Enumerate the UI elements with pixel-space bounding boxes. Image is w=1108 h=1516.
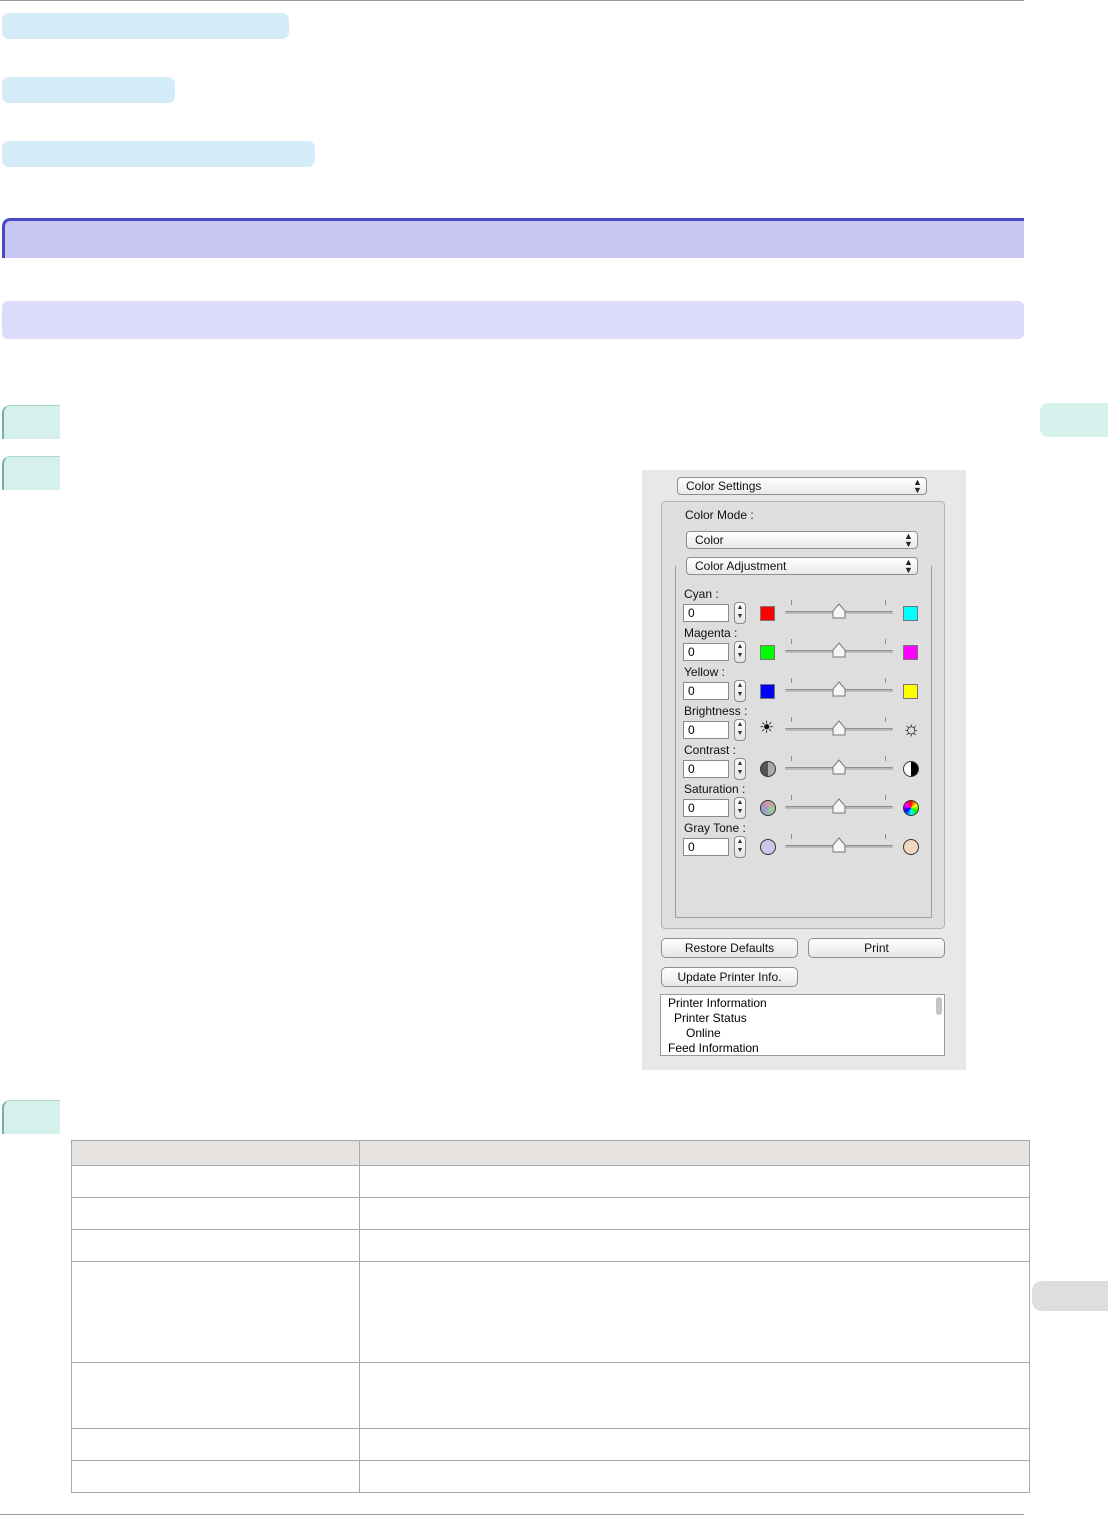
color-adjustment-popup[interactable]: Color Adjustment ▲ ▼ xyxy=(686,557,918,575)
adjustment-value-field[interactable]: 0 xyxy=(683,604,729,622)
chapter-side-tab[interactable] xyxy=(1040,403,1108,437)
update-printer-info-button[interactable]: Update Printer Info. xyxy=(661,967,798,987)
table-cell xyxy=(359,1165,1030,1198)
step-2-badge xyxy=(2,456,60,490)
info-line: Feed Information xyxy=(668,1041,759,1055)
adjustment-slider[interactable] xyxy=(785,834,893,856)
value-stepper[interactable]: ▲ ▼ xyxy=(734,836,746,858)
popup-arrows-icon: ▲ ▼ xyxy=(904,557,913,575)
restore-defaults-button[interactable]: Restore Defaults xyxy=(661,938,798,958)
subsection-heading-bar xyxy=(2,301,1024,339)
table-cell xyxy=(71,1362,360,1429)
table-header-cell xyxy=(71,1140,360,1166)
table-cell xyxy=(71,1229,360,1262)
high-saturation-icon xyxy=(903,800,919,816)
adjustment-label: Cyan : xyxy=(684,587,719,601)
adjustment-slider[interactable] xyxy=(785,639,893,661)
popup-arrows-icon: ▲ ▼ xyxy=(904,531,913,549)
table-cell xyxy=(71,1428,360,1461)
adjustment-label: Yellow : xyxy=(684,665,725,679)
table-row xyxy=(71,1165,1030,1198)
scrollbar-thumb[interactable] xyxy=(936,997,942,1015)
magenta-swatch-icon xyxy=(903,645,918,660)
value-stepper[interactable]: ▲ ▼ xyxy=(734,758,746,780)
value-stepper[interactable]: ▲ ▼ xyxy=(734,797,746,819)
table-cell xyxy=(71,1261,360,1363)
table-cell xyxy=(359,1229,1030,1262)
section-side-tab[interactable] xyxy=(1032,1281,1108,1311)
table-cell xyxy=(359,1197,1030,1230)
print-button[interactable]: Print xyxy=(808,938,945,958)
table-cell xyxy=(71,1197,360,1230)
low-contrast-icon xyxy=(760,761,776,777)
value-stepper[interactable]: ▲ ▼ xyxy=(734,680,746,702)
adjustment-slider[interactable] xyxy=(785,795,893,817)
color-adjustment-value: Color Adjustment xyxy=(695,559,787,573)
settings-popup-label: Color Settings xyxy=(686,479,762,493)
section-heading-bar xyxy=(2,218,1024,258)
adjustment-slider[interactable] xyxy=(785,717,893,739)
warm-gray-icon xyxy=(903,839,919,855)
table-header-cell xyxy=(359,1140,1030,1166)
high-contrast-icon xyxy=(903,761,919,777)
red-swatch-icon xyxy=(760,606,775,621)
info-line: Online xyxy=(686,1026,721,1040)
breadcrumb-link-1[interactable] xyxy=(2,13,289,39)
adjustment-slider[interactable] xyxy=(785,600,893,622)
table-cell xyxy=(359,1261,1030,1363)
adjustment-value-field[interactable]: 0 xyxy=(683,799,729,817)
bottom-rule xyxy=(0,1514,1024,1515)
settings-table xyxy=(71,1140,1030,1493)
value-stepper[interactable]: ▲ ▼ xyxy=(734,602,746,624)
adjustment-slider[interactable] xyxy=(785,756,893,778)
adjustment-value-field[interactable]: 0 xyxy=(683,643,729,661)
adjustment-label: Brightness : xyxy=(684,704,748,718)
step-1-badge xyxy=(2,405,60,439)
green-swatch-icon xyxy=(760,645,775,660)
blue-swatch-icon xyxy=(760,684,775,699)
adjustment-value-field[interactable]: 0 xyxy=(683,838,729,856)
dark-sun-icon: ☀ xyxy=(759,718,775,737)
adjustment-label: Saturation : xyxy=(684,782,746,796)
breadcrumb-link-3[interactable] xyxy=(2,141,315,167)
table-row xyxy=(71,1428,1030,1461)
table-row xyxy=(71,1362,1030,1429)
info-line: Printer Information xyxy=(668,996,767,1010)
table-cell xyxy=(71,1165,360,1198)
low-saturation-icon xyxy=(760,800,776,816)
cool-gray-icon xyxy=(760,839,776,855)
value-stepper[interactable]: ▲ ▼ xyxy=(734,641,746,663)
popup-arrows-icon: ▲ ▼ xyxy=(913,477,922,495)
info-line: Printer Status xyxy=(674,1011,747,1025)
bright-sun-icon: ☼ xyxy=(902,718,921,740)
cyan-swatch-icon xyxy=(903,606,918,621)
color-mode-popup[interactable]: Color ▲ ▼ xyxy=(686,531,918,549)
table-row xyxy=(71,1460,1030,1493)
color-settings-panel: Color Settings ▲ ▼ Color Mode : Color ▲ ▼ … xyxy=(642,470,966,1070)
adjustment-label: Magenta : xyxy=(684,626,738,640)
table-header-row xyxy=(71,1140,1030,1166)
table-row xyxy=(71,1229,1030,1262)
step-3-badge xyxy=(2,1100,60,1134)
color-mode-label: Color Mode : xyxy=(685,508,754,522)
top-rule xyxy=(0,0,1024,1)
table-cell xyxy=(71,1460,360,1493)
adjustment-label: Gray Tone : xyxy=(684,821,746,835)
adjustment-label: Contrast : xyxy=(684,743,737,757)
table-row xyxy=(71,1261,1030,1363)
breadcrumb-link-2[interactable] xyxy=(2,77,175,103)
color-mode-value: Color xyxy=(695,533,724,547)
printer-info-list[interactable]: Printer Information Printer Status Onlin… xyxy=(660,994,945,1056)
adjustment-value-field[interactable]: 0 xyxy=(683,721,729,739)
yellow-swatch-icon xyxy=(903,684,918,699)
table-row xyxy=(71,1197,1030,1230)
adjustment-value-field[interactable]: 0 xyxy=(683,760,729,778)
value-stepper[interactable]: ▲ ▼ xyxy=(734,719,746,741)
table-cell xyxy=(359,1460,1030,1493)
settings-popup[interactable]: Color Settings ▲ ▼ xyxy=(677,477,927,495)
adjustment-slider[interactable] xyxy=(785,678,893,700)
adjustment-value-field[interactable]: 0 xyxy=(683,682,729,700)
table-cell xyxy=(359,1428,1030,1461)
table-cell xyxy=(359,1362,1030,1429)
